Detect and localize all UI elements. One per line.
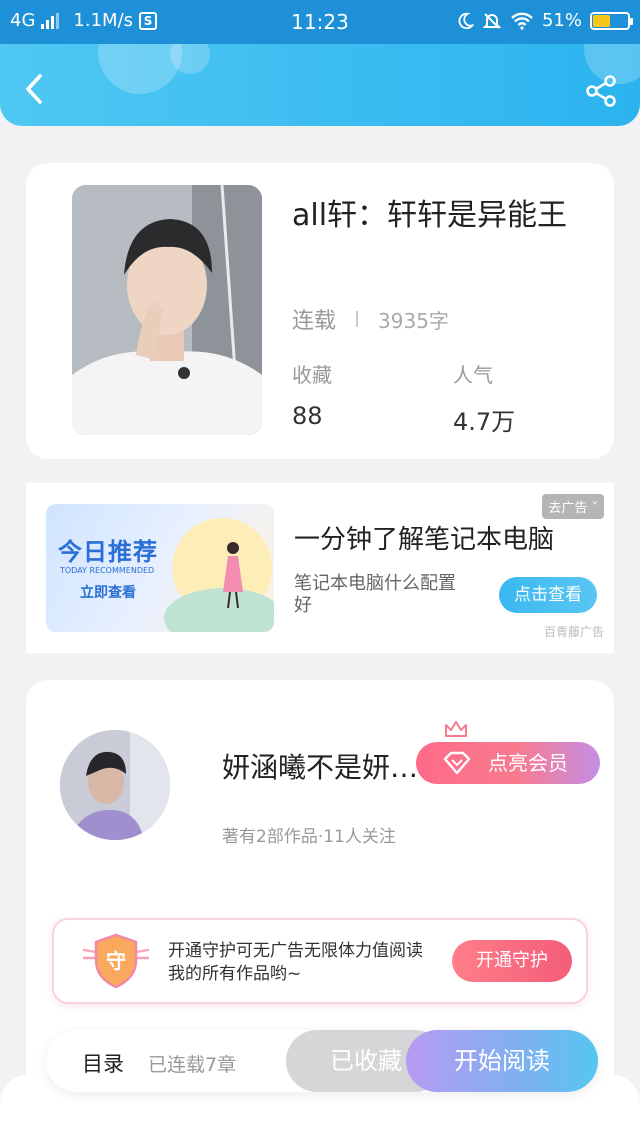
share-button[interactable] — [584, 74, 618, 108]
book-title: all轩：轩轩是异能王 — [292, 198, 568, 233]
mute-bell-icon — [482, 12, 502, 29]
popularity-label: 人气 — [453, 363, 493, 387]
divider — [356, 311, 359, 327]
favorites-label: 收藏 — [292, 363, 332, 387]
bottom-action-bar: 目录 已连载7章 已收藏 开始阅读 — [46, 1030, 598, 1092]
chevron-down-icon: ˅ — [591, 501, 599, 516]
popularity-value: 4.7万 — [453, 408, 516, 436]
status-right: 51% — [456, 10, 633, 31]
battery-icon — [590, 11, 633, 30]
ad-image-cta: 立即查看 — [80, 585, 136, 601]
favorites-value: 88 — [292, 402, 323, 430]
toc-button[interactable]: 目录 — [82, 1048, 124, 1078]
crown-icon — [445, 721, 467, 737]
back-button[interactable] — [20, 72, 50, 106]
diamond-icon — [443, 751, 471, 775]
author-meta: 著有2部作品·11人关注 — [222, 827, 396, 847]
cover-illustration — [72, 185, 262, 435]
ad-card[interactable]: 今日推荐 TODAY RECOMMENDED 立即查看 去广告 ˅ 一分钟了解笔… — [26, 483, 614, 653]
book-status-row: 连载 3935字 — [292, 303, 449, 335]
ad-image-title: 今日推荐 — [58, 538, 158, 566]
header-bar — [0, 44, 640, 126]
vip-button[interactable]: 点亮会员 — [416, 742, 600, 784]
ad-description: 笔记本电脑什么配置好 — [294, 573, 456, 616]
moon-icon — [458, 12, 474, 29]
battery-percent: 51% — [541, 10, 582, 31]
avatar-illustration — [60, 730, 170, 840]
chapters-count: 已连载7章 — [148, 1054, 237, 1076]
status-bar: 4G 1.1M/s S 11:23 51% — [0, 0, 640, 44]
ad-view-button[interactable]: 点击查看 — [499, 577, 597, 613]
shield-char: 守 — [106, 949, 126, 973]
favorites-stat: 收藏 88 — [292, 359, 332, 430]
ad-figure-illustration — [223, 542, 243, 609]
author-name[interactable]: 妍涵曦不是妍… — [222, 746, 422, 786]
guard-banner: 守 开通守护可无广告无限体力值阅读我的所有作品哟~ 开通守护 — [52, 918, 588, 1004]
shield-icon: 守 — [82, 933, 150, 989]
ad-image[interactable]: 今日推荐 TODAY RECOMMENDED 立即查看 — [46, 504, 274, 632]
vip-label: 点亮会员 — [488, 751, 568, 775]
serial-status: 连载 — [292, 309, 337, 334]
popularity-stat: 人气 4.7万 — [453, 359, 515, 437]
ad-source: 百青藤广告 — [543, 625, 604, 639]
word-count: 3935字 — [378, 308, 449, 333]
book-cover[interactable] — [72, 185, 262, 435]
guard-button[interactable]: 开通守护 — [452, 940, 572, 982]
start-reading-button[interactable]: 开始阅读 — [406, 1030, 598, 1092]
author-avatar[interactable] — [60, 730, 170, 840]
remove-ad-label: 去广告 — [548, 501, 588, 516]
guard-text: 开通守护可无广告无限体力值阅读我的所有作品哟~ — [168, 941, 423, 984]
remove-ad-button[interactable]: 去广告 ˅ — [542, 494, 604, 519]
wifi-icon — [511, 12, 533, 30]
ad-image-subtitle: TODAY RECOMMENDED — [60, 566, 155, 575]
book-info-card: all轩：轩轩是异能王 连载 3935字 收藏 88 人气 4.7万 — [26, 163, 614, 459]
ad-title: 一分钟了解笔记本电脑 — [294, 525, 555, 555]
